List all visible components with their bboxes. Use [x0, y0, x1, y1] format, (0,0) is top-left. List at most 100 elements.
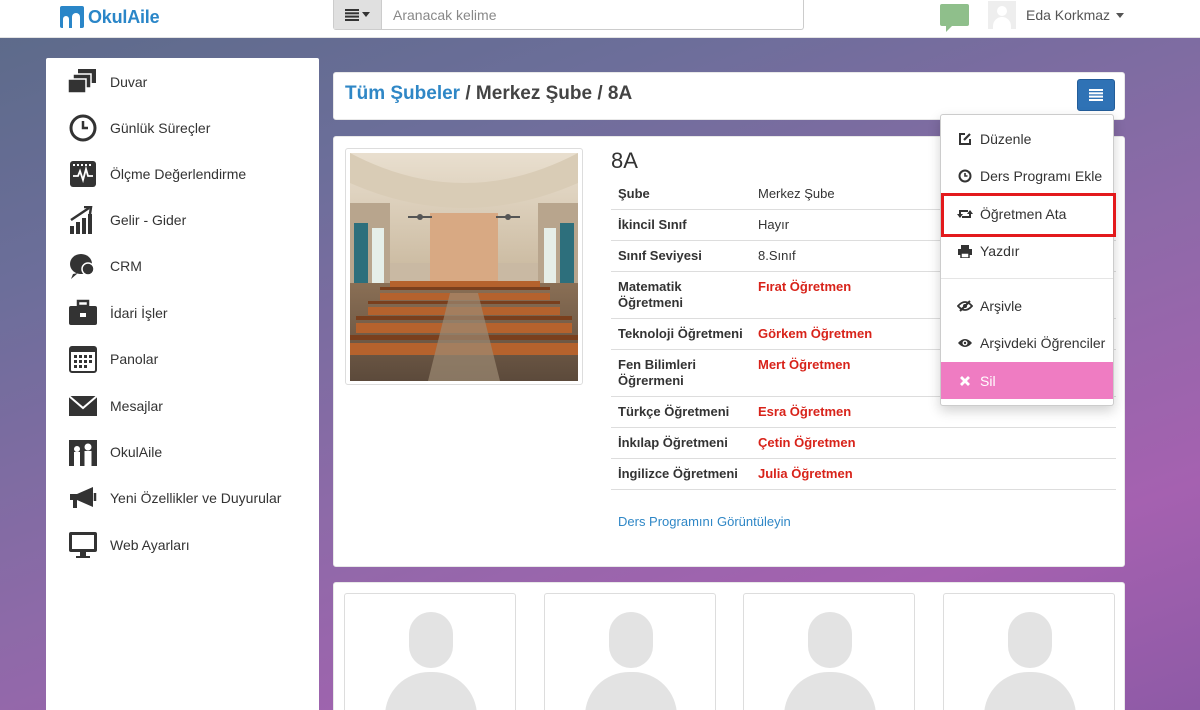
- envelope-icon: [68, 391, 98, 421]
- crm-icon: [68, 251, 98, 281]
- menu-divider: [941, 278, 1113, 279]
- breadcrumb-branch: Merkez Şube: [475, 83, 593, 104]
- sidebar-item-web-ayarlari[interactable]: Web Ayarları: [68, 528, 318, 562]
- menu-item-label: Yazdır: [980, 242, 1020, 259]
- sidebar-item-label: Ölçme Değerlendirme: [110, 166, 247, 182]
- breadcrumb-all-branches[interactable]: Tüm Şubeler: [345, 83, 460, 104]
- calendar-grid-icon: [68, 344, 98, 374]
- view-schedule-link[interactable]: Ders Programını Görüntüleyin: [618, 514, 791, 529]
- sidebar-item-label: Duvar: [110, 74, 148, 90]
- chart-pulse-icon: [68, 159, 98, 189]
- user-name: Eda Korkmaz: [1026, 7, 1111, 23]
- menu-item-arsivdeki-ogrenciler[interactable]: Arşivdeki Öğrenciler: [941, 324, 1113, 361]
- eye-slash-icon: [957, 298, 973, 314]
- search-input[interactable]: [382, 0, 803, 29]
- row-label: Sınıf Seviyesi: [611, 240, 751, 272]
- row-label: Fen Bilimleri Öğrermeni: [611, 349, 751, 397]
- brand-logo[interactable]: OkulAile: [60, 6, 160, 28]
- megaphone-icon: [68, 483, 98, 513]
- user-menu[interactable]: Eda Korkmaz: [988, 0, 1125, 30]
- row-label: İngilizce Öğretmeni: [611, 458, 751, 490]
- sidebar-item-crm[interactable]: CRM: [68, 249, 318, 283]
- edit-icon: [957, 131, 973, 147]
- sidebar-item-label: CRM: [110, 258, 142, 274]
- menu-item-sil[interactable]: Sil: [941, 362, 1113, 399]
- person-silhouette-icon: [784, 612, 876, 710]
- sidebar-item-mesajlar[interactable]: Mesajlar: [68, 389, 318, 423]
- menu-item-label: Sil: [980, 372, 996, 389]
- actions-dropdown-menu: Düzenle Ders Programı Ekle Öğretmen Ata …: [940, 114, 1114, 406]
- teacher-name[interactable]: Julia Öğretmen: [751, 458, 1116, 490]
- sidebar-item-gelir-gider[interactable]: Gelir - Gider: [68, 203, 318, 237]
- menu-item-label: Arşivdeki Öğrenciler: [980, 334, 1106, 351]
- menu-item-label: Arşivle: [980, 297, 1023, 314]
- clock-icon: [957, 168, 973, 184]
- eye-icon: [957, 335, 973, 351]
- breadcrumb-separator: /: [460, 83, 476, 104]
- page-header: Tüm Şubeler / Merkez Şube / 8A: [333, 72, 1125, 120]
- row-label: İkincil Sınıf: [611, 209, 751, 241]
- person-silhouette-icon: [984, 612, 1076, 710]
- table-row: İngilizce Öğretmeni Julia Öğretmen: [611, 458, 1116, 490]
- top-bar: OkulAile Eda Korkmaz: [0, 0, 1200, 38]
- sidebar-item-label: OkulAile: [110, 444, 163, 460]
- breadcrumb: Tüm Şubeler / Merkez Şube / 8A: [345, 83, 632, 105]
- sidebar-item-duvar[interactable]: Duvar: [68, 65, 318, 99]
- row-label: İnkılap Öğretmeni: [611, 427, 751, 459]
- row-label: Türkçe Öğretmeni: [611, 396, 751, 428]
- person-silhouette-icon: [385, 612, 477, 710]
- row-label: Matematik Öğretmeni: [611, 271, 751, 319]
- sidebar-item-olcme-degerlendirme[interactable]: Ölçme Değerlendirme: [68, 157, 318, 191]
- chevron-down-icon: [1116, 12, 1125, 18]
- sidebar-item-label: Mesajlar: [110, 398, 163, 414]
- sidebar-item-label: Gelir - Gider: [110, 212, 187, 228]
- sidebar-item-label: Panolar: [110, 351, 159, 367]
- breadcrumb-separator: /: [592, 83, 608, 104]
- search-category-button[interactable]: [334, 0, 382, 29]
- classroom-image: [350, 153, 578, 381]
- list-icon: [1089, 89, 1103, 101]
- sidebar-item-label: İdari İşler: [110, 305, 168, 321]
- breadcrumb-current: 8A: [607, 83, 633, 104]
- sidebar-item-idari-isler[interactable]: İdari İşler: [68, 296, 318, 330]
- class-photo: [345, 148, 583, 385]
- sidebar-item-gunluk-surecler[interactable]: Günlük Süreçler: [68, 111, 318, 145]
- list-icon: [345, 8, 359, 21]
- actions-menu-button[interactable]: [1077, 79, 1115, 111]
- table-row: İnkılap Öğretmeni Çetin Öğretmen: [611, 427, 1116, 459]
- highlight-box: [941, 193, 1116, 237]
- chat-icon[interactable]: [940, 4, 969, 32]
- sidebar-item-yeni-ozellikler[interactable]: Yeni Özellikler ve Duyurular: [68, 481, 318, 515]
- clock-icon: [68, 113, 98, 143]
- bar-growth-icon: [68, 205, 98, 235]
- teacher-name[interactable]: Çetin Öğretmen: [751, 427, 1116, 459]
- person-silhouette-icon: [585, 612, 677, 710]
- monitor-icon: [68, 530, 98, 560]
- menu-item-arsivle[interactable]: Arşivle: [941, 287, 1113, 324]
- brand-name: OkulAile: [88, 6, 160, 27]
- sidebar-item-label: Yeni Özellikler ve Duyurular: [110, 490, 282, 506]
- students-panel: [333, 582, 1125, 710]
- wall-icon: [68, 67, 98, 97]
- sidebar: Duvar Günlük Süreçler Ölçme Değerlendirm…: [46, 58, 319, 710]
- student-card[interactable]: [544, 593, 716, 710]
- menu-item-ders-programi-ekle[interactable]: Ders Programı Ekle: [941, 157, 1113, 194]
- caret-down-icon: [362, 12, 370, 17]
- student-card[interactable]: [743, 593, 915, 710]
- menu-item-yazdir[interactable]: Yazdır: [941, 232, 1113, 269]
- family-icon: [68, 437, 98, 467]
- student-card[interactable]: [943, 593, 1115, 710]
- x-icon: [957, 373, 973, 389]
- print-icon: [957, 243, 973, 259]
- menu-item-label: Ders Programı Ekle: [980, 167, 1103, 184]
- search-bar: [333, 0, 804, 30]
- row-label: Şube: [618, 186, 650, 201]
- menu-item-label: Düzenle: [980, 130, 1032, 147]
- row-label: Teknoloji Öğretmeni: [611, 318, 751, 350]
- briefcase-icon: [68, 298, 98, 328]
- student-card[interactable]: [344, 593, 516, 710]
- menu-item-duzenle[interactable]: Düzenle: [941, 120, 1113, 157]
- sidebar-item-panolar[interactable]: Panolar: [68, 342, 318, 376]
- sidebar-item-label: Günlük Süreçler: [110, 120, 211, 136]
- sidebar-item-okulaile[interactable]: OkulAile: [68, 435, 318, 469]
